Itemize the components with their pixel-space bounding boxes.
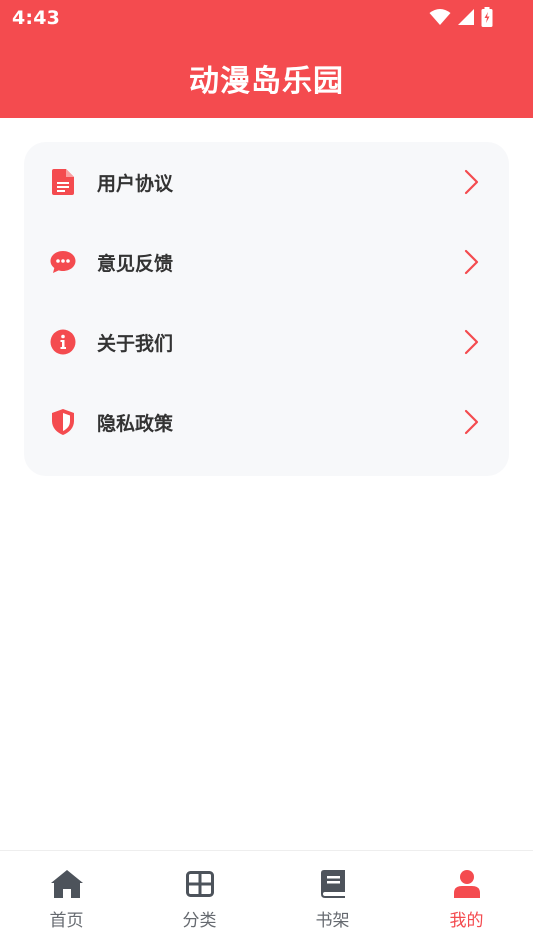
tab-label: 首页 <box>49 911 84 931</box>
menu-item-label: 隐私政策 <box>97 412 174 435</box>
settings-menu: 用户协议 意见反馈 关于我们 隐私政策 <box>24 142 509 476</box>
menu-item-privacy-policy[interactable]: 隐私政策 <box>24 382 509 462</box>
tab-bookshelf[interactable]: 书架 <box>266 851 399 949</box>
menu-item-label: 关于我们 <box>97 332 174 355</box>
tab-label: 我的 <box>449 911 484 931</box>
home-icon <box>50 869 84 899</box>
chevron-right-icon <box>462 249 480 275</box>
status-time: 4:43 <box>12 7 61 29</box>
chevron-right-icon <box>462 329 480 355</box>
menu-item-about-us[interactable]: 关于我们 <box>24 302 509 382</box>
battery-charging-icon <box>481 7 493 27</box>
page-title: 动漫岛乐园 <box>189 64 344 99</box>
user-icon <box>450 869 484 899</box>
tab-mine[interactable]: 我的 <box>400 851 533 949</box>
bottom-tab-bar: 首页 分类 书架 我的 <box>0 850 533 949</box>
tab-label: 书架 <box>315 911 350 931</box>
menu-item-feedback[interactable]: 意见反馈 <box>24 222 509 302</box>
menu-item-label: 用户协议 <box>97 172 174 195</box>
chat-bubble-icon <box>50 249 76 275</box>
chevron-right-icon <box>462 409 480 435</box>
tab-category[interactable]: 分类 <box>133 851 266 949</box>
menu-item-user-agreement[interactable]: 用户协议 <box>24 142 509 222</box>
book-icon <box>316 869 350 899</box>
info-icon <box>50 329 76 355</box>
document-icon <box>50 169 76 195</box>
tab-home[interactable]: 首页 <box>0 851 133 949</box>
menu-item-label: 意见反馈 <box>97 252 174 275</box>
chevron-right-icon <box>462 169 480 195</box>
signal-icon <box>457 8 475 26</box>
tab-label: 分类 <box>182 911 217 931</box>
wifi-icon <box>429 8 451 26</box>
shield-icon <box>50 409 76 435</box>
app-header: 4:43 动漫岛乐园 <box>0 0 533 118</box>
grid-icon <box>183 869 217 899</box>
status-icons <box>429 6 493 28</box>
